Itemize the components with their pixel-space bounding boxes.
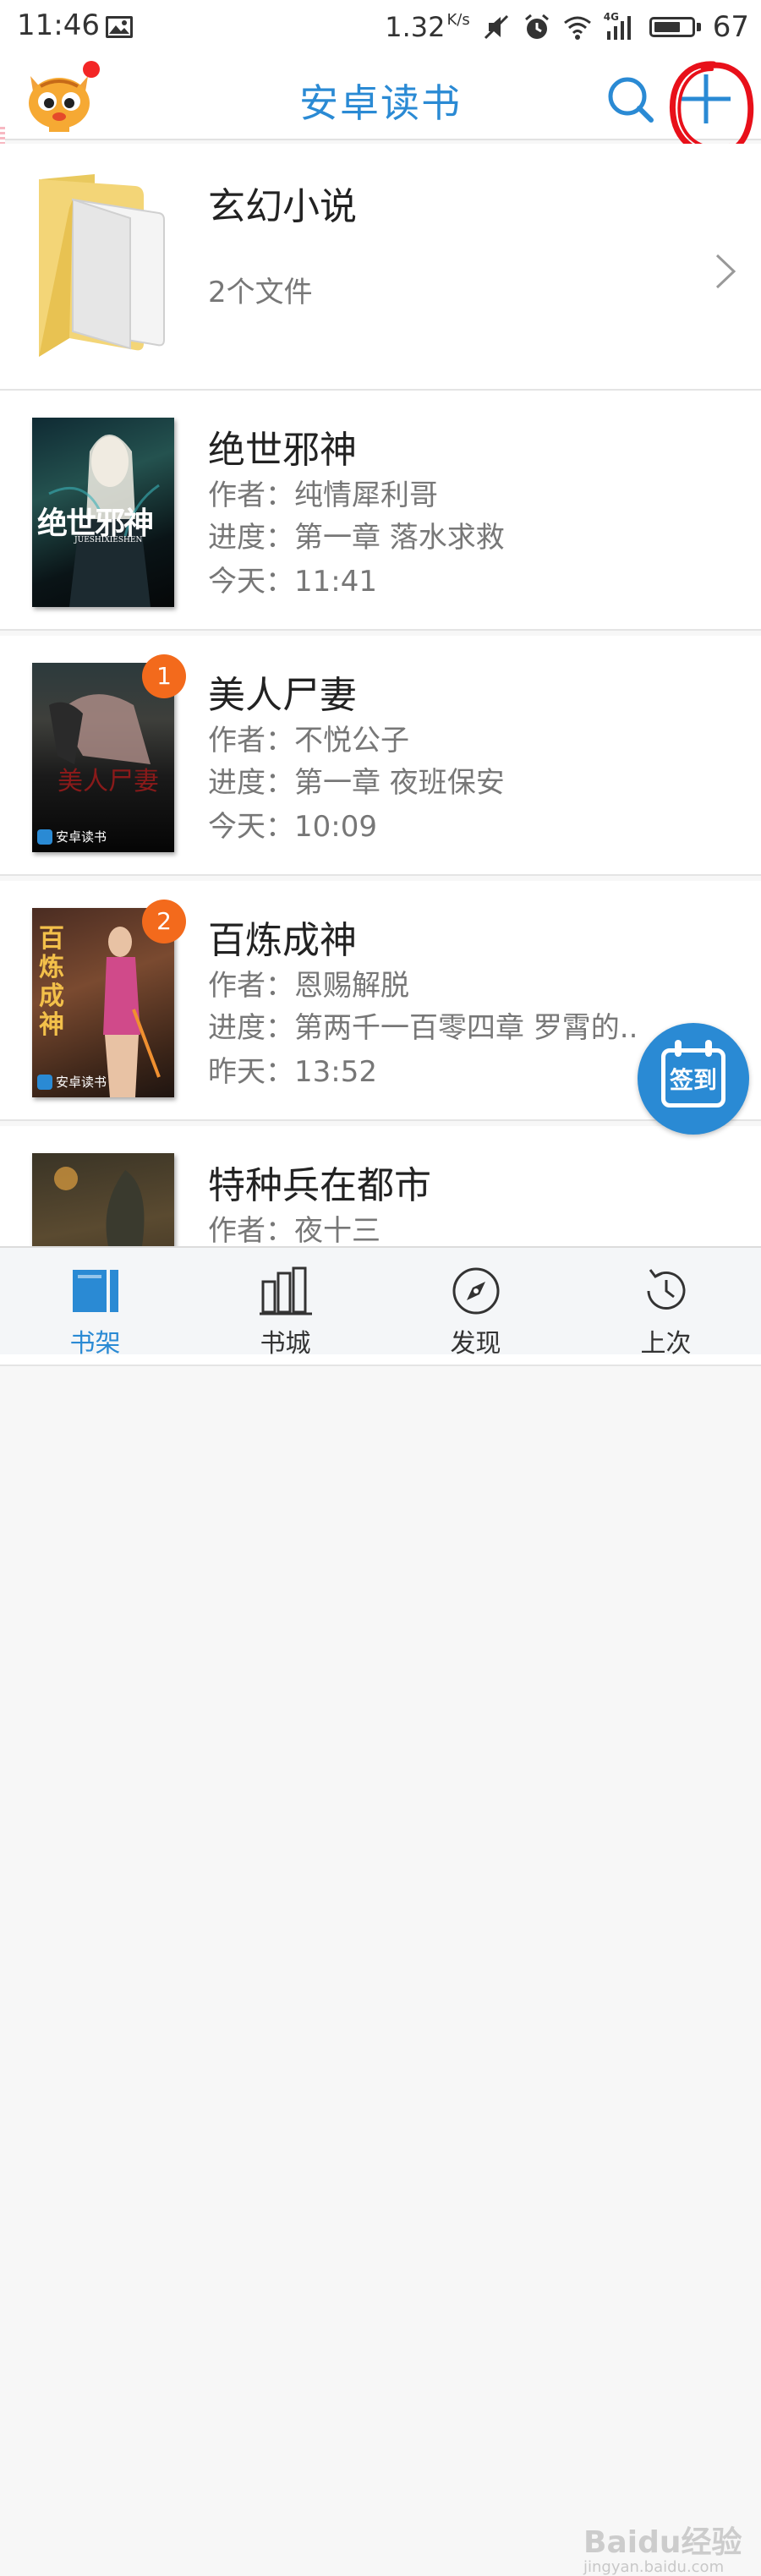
battery-icon: [649, 17, 701, 37]
battery-level: 67: [712, 10, 749, 44]
folder-icon: [39, 174, 165, 357]
folder-name: 玄幻小说: [208, 185, 357, 228]
history-icon: [647, 1269, 686, 1310]
folder-row[interactable]: 玄幻小说 2个文件: [0, 144, 761, 391]
book-title: 特种兵在都市: [208, 1164, 431, 1207]
search-icon[interactable]: [605, 74, 656, 125]
book-last-read: 昨天：13:52: [208, 1055, 377, 1089]
book-author: 作者：不悦公子: [208, 724, 409, 757]
book-row[interactable]: 绝世邪神 JUESHIXIESHEN 绝世邪神 作者：纯情犀利哥 进度：第一章 …: [0, 391, 761, 631]
book-last-read: 今天：10:09: [208, 810, 377, 844]
watermark-url: jingyan.baidu.com: [583, 2558, 725, 2576]
mute-icon: [484, 14, 508, 40]
tab-label: 发现: [450, 1329, 501, 1359]
bookshelf-icon: [73, 1270, 118, 1312]
book-author: 作者：纯情犀利哥: [208, 479, 438, 512]
tab-label: 书城: [260, 1329, 311, 1359]
calendar-ring: [675, 1040, 682, 1057]
tab-bookshelf[interactable]: 书架: [0, 1248, 190, 1359]
folder-file-count: 2个文件: [208, 276, 313, 309]
cover-title: 百炼成神: [39, 924, 64, 1040]
tab-discover[interactable]: 发现: [380, 1248, 571, 1359]
book-cover: 绝世邪神 JUESHIXIESHEN: [32, 418, 174, 607]
update-badge: 2: [142, 900, 186, 943]
chevron-right-icon: [715, 254, 736, 289]
check-in-button[interactable]: 签到: [638, 1023, 749, 1135]
status-time: 11:46: [17, 8, 100, 42]
book-title: 美人尸妻: [208, 674, 357, 717]
tab-bookstore[interactable]: 书城: [190, 1248, 380, 1359]
tab-label: 上次: [640, 1329, 692, 1359]
wifi-icon: [563, 16, 591, 40]
compass-icon: [452, 1267, 500, 1315]
cover-subtitle: JUESHIXIESHEN: [74, 536, 143, 544]
book-progress: 进度：第一章 落水求救: [208, 521, 505, 555]
calendar-ring: [705, 1040, 712, 1057]
status-icons: 1.32 K/s 4G 67: [385, 8, 749, 46]
bottom-tab-bar: 书架 书城 发现 上次 Baidu经验 jingyan.baidu.com: [0, 1246, 761, 2576]
alarm-icon: [524, 14, 549, 39]
status-bar: 11:46 1.32 K/s 4G 67: [0, 0, 761, 54]
watermark: Baidu经验: [583, 2525, 742, 2560]
book-title: 百炼成神: [208, 919, 357, 962]
network-speed: 1.32 K/s: [385, 11, 470, 43]
book-row[interactable]: 美人尸妻 安卓读书 1 美人尸妻 作者：不悦公子 进度：第一章 夜班保安 今天：…: [0, 636, 761, 876]
book-progress: 进度：第一章 夜班保安: [208, 766, 505, 800]
cellular-signal-icon: 4G: [604, 11, 638, 41]
book-last-read: 今天：11:41: [208, 565, 377, 599]
app-bar: 安卓读书: [0, 54, 761, 186]
image-notification-icon: [106, 16, 133, 38]
update-badge: 1: [142, 654, 186, 698]
svg-text:美人尸妻: 美人尸妻: [57, 767, 159, 796]
book-title: 绝世邪神: [208, 429, 357, 472]
cover-logo: 安卓读书: [37, 828, 107, 845]
tab-last-read[interactable]: 上次: [571, 1248, 761, 1359]
book-author: 作者：夜十三: [208, 1214, 380, 1248]
book-progress: 进度：第两千一百零四章 罗霄的..: [208, 1011, 638, 1045]
cover-logo: 安卓读书: [37, 1073, 107, 1091]
book-author: 作者：恩赐解脱: [208, 969, 409, 1003]
tab-label: 书架: [69, 1329, 121, 1359]
check-in-label: 签到: [669, 1066, 717, 1094]
bookstore-icon: [260, 1266, 312, 1315]
